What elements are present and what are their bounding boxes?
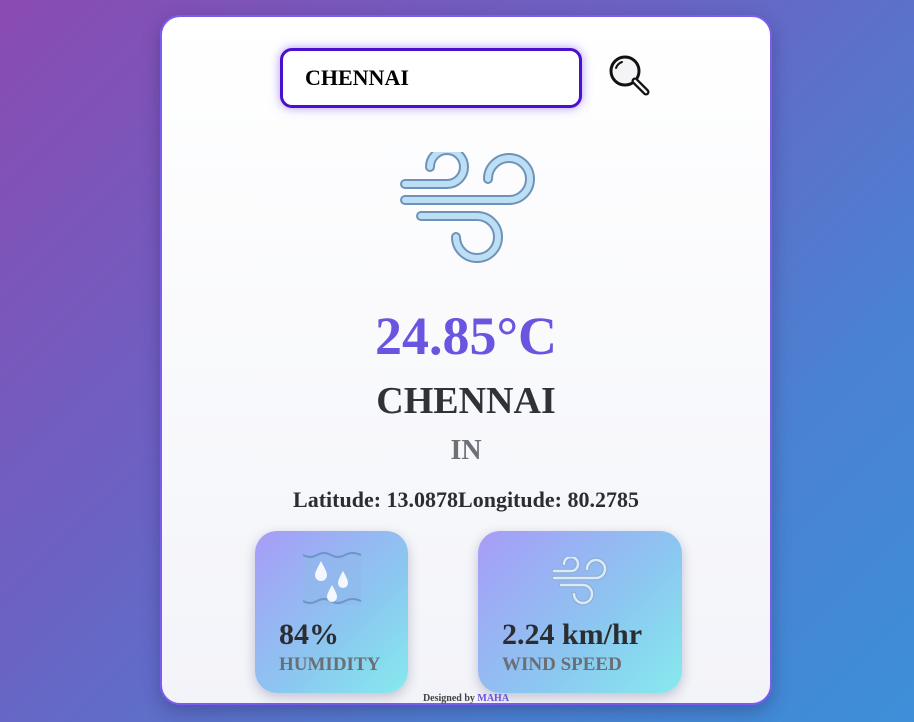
humidity-label: HUMIDITY — [279, 654, 381, 675]
footer-credit: Designed by MAHA — [162, 693, 770, 704]
city-search-input[interactable] — [280, 48, 582, 108]
humidity-value: 84% — [279, 618, 339, 651]
country-code: IN — [450, 435, 482, 466]
footer-prefix: Designed by — [422, 693, 475, 704]
latitude: Latitude: 13.0878 — [293, 487, 459, 512]
weather-condition — [399, 145, 539, 270]
wind-speed-label: WIND SPEED — [502, 654, 622, 675]
wind-speed-tile: 2.24 km/hr WIND SPEED — [478, 531, 682, 693]
weather-card: 24.85°C CHENNAI IN Latitude: 13.0878Long… — [160, 15, 772, 705]
humidity-icon — [302, 552, 361, 605]
longitude: Longitude: 80.2785 — [458, 487, 639, 512]
author-link[interactable]: MAHA — [477, 693, 509, 704]
humidity-tile: 84% HUMIDITY — [255, 531, 408, 693]
wind-icon — [400, 145, 535, 263]
magnifier-icon — [609, 55, 650, 96]
temperature: 24.85°C — [374, 306, 558, 366]
coordinates: Latitude: 13.0878Longitude: 80.2785 — [162, 485, 770, 515]
wind-speed-value: 2.24 km/hr — [502, 618, 643, 651]
search-button[interactable] — [605, 51, 655, 101]
city-name: CHENNAI — [376, 380, 556, 422]
wind-icon — [551, 557, 608, 606]
